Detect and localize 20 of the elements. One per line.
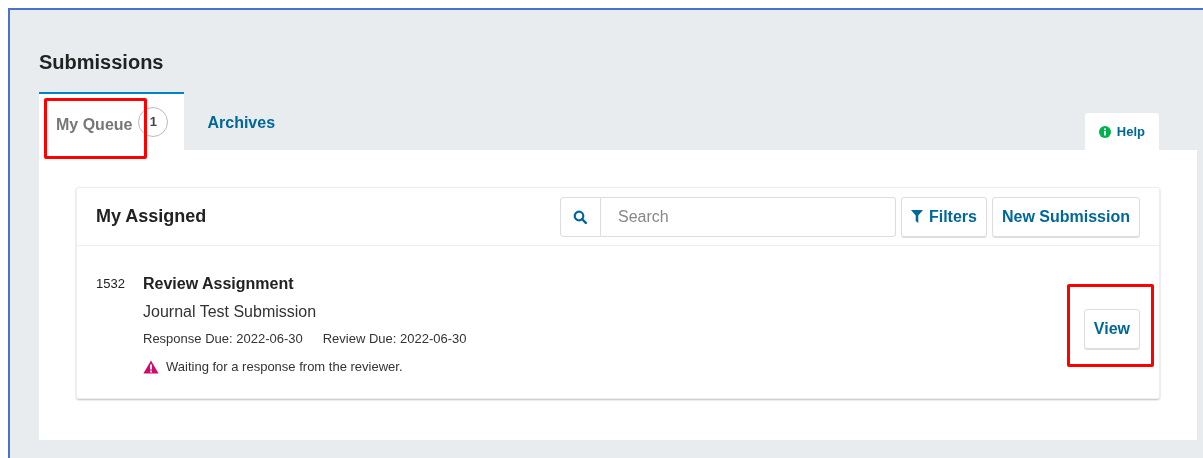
help-tab[interactable]: Help: [1084, 113, 1159, 150]
search-icon: [573, 209, 588, 224]
page-title: Submissions: [39, 50, 165, 75]
filters-button[interactable]: Filters: [900, 196, 987, 237]
filter-icon: [910, 210, 923, 223]
assignment-type: Review Assignment: [143, 274, 295, 294]
warning-icon: [143, 359, 159, 374]
submission-title: Journal Test Submission: [143, 302, 318, 322]
submission-id: 1532: [96, 275, 126, 293]
due-date: Response Due: 2022-06-30: [143, 330, 303, 348]
search-button[interactable]: [559, 196, 601, 237]
list-title: My Assigned: [96, 205, 207, 228]
tab[interactable]: Archives: [184, 92, 299, 150]
info-icon: [1098, 125, 1111, 138]
due-date: Review Due: 2022-06-30: [322, 330, 467, 348]
view-button[interactable]: View: [1083, 309, 1140, 350]
tab[interactable]: My Queue 1: [39, 92, 185, 150]
status-notice: Waiting for a response from the reviewer.: [166, 358, 403, 376]
new-submission-button[interactable]: New Submission: [991, 196, 1140, 237]
search-field[interactable]: Search: [600, 196, 896, 237]
